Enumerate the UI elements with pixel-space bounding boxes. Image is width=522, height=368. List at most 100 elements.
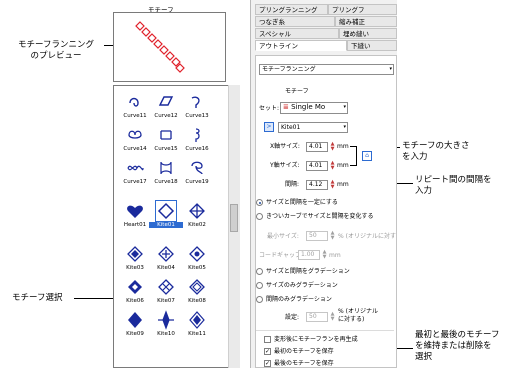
- motif-item-label: Kite10: [157, 331, 175, 337]
- motif-item-label: Curve13: [185, 113, 209, 119]
- motif-set-select[interactable]: ≣ Single Mo ▾: [280, 102, 348, 114]
- motif-item[interactable]: Curve15: [149, 125, 183, 159]
- y-size-input[interactable]: 4.01: [306, 161, 328, 171]
- curve-19-icon: [191, 161, 203, 175]
- motif-item[interactable]: Kite11: [180, 310, 214, 344]
- tab-pull-fill[interactable]: プリングフ: [328, 4, 397, 15]
- tab-special[interactable]: スペシャル: [255, 28, 339, 39]
- setting-spinner[interactable]: ▲ ▼: [329, 312, 336, 322]
- checkbox-regenerate-label: 変形後にモチーフランを再生成: [274, 336, 358, 343]
- motif-item[interactable]: Curve11: [118, 92, 152, 126]
- motif-preview-button[interactable]: >: [264, 122, 274, 132]
- curve-15-icon: [160, 130, 172, 140]
- motif-select[interactable]: Kite01 ▾: [278, 122, 348, 133]
- motif-item-label: Kite04: [157, 265, 175, 271]
- motif-item[interactable]: Kite07: [149, 277, 183, 311]
- motif-item[interactable]: Kite02: [180, 201, 214, 235]
- y-size-spinner[interactable]: ▲ ▼: [329, 161, 336, 171]
- callout-gap: リピート間の間隔を 入力: [415, 175, 492, 196]
- radio-vary-on-curves-label: きついカーブでサイズと間隔を変化する: [266, 213, 374, 220]
- motif-item-label: Kite11: [188, 331, 206, 337]
- divider: [256, 330, 394, 331]
- lock-aspect-icon[interactable]: ⌂: [362, 151, 372, 161]
- motif-section-title: モチーフ: [285, 88, 309, 95]
- curve-17-icon: [127, 165, 144, 171]
- x-size-input[interactable]: 4.01: [306, 142, 328, 152]
- tab-shrink[interactable]: 縮み補正: [335, 16, 397, 27]
- radio-vary-on-curves[interactable]: [256, 213, 263, 220]
- motif-item[interactable]: Curve13: [180, 92, 214, 126]
- callout-keep-first-last: 最初と最後のモチーフ を維持または削除を 選択: [415, 330, 500, 362]
- motif-item[interactable]: Curve16: [180, 125, 214, 159]
- kite-04-icon: [158, 246, 174, 262]
- motif-item[interactable]: Curve12: [149, 92, 183, 126]
- motif-item[interactable]: Curve18: [149, 158, 183, 192]
- cord-gap-input[interactable]: 1.00: [298, 250, 320, 260]
- min-size-input[interactable]: 50: [306, 231, 328, 241]
- radio-gradient-spacing-label: 間隔のみグラデーション: [266, 296, 332, 303]
- radio-constant-size[interactable]: [256, 199, 263, 206]
- motif-item-label: Kite03: [126, 265, 144, 271]
- stitch-type-select[interactable]: モチーフランニング ▾: [259, 64, 394, 75]
- chevron-down-icon: ▾: [343, 104, 346, 110]
- kite-10-icon: [158, 310, 174, 330]
- setting-label: 設定:: [285, 314, 300, 321]
- checkbox-regenerate[interactable]: [264, 336, 271, 343]
- motif-list-scroll-thumb[interactable]: [230, 204, 238, 232]
- kite-08-icon: [189, 279, 205, 295]
- chevron-down-icon: ▾: [343, 124, 346, 130]
- callout-motif-size: モチーフの大きさ を入力: [402, 141, 470, 162]
- motif-item[interactable]: Kite09: [118, 310, 152, 344]
- tab-fill[interactable]: 埋め縫い: [339, 28, 397, 39]
- motif-item-label: Curve15: [154, 146, 178, 152]
- min-size-label: 最小サイズ:: [267, 233, 299, 240]
- motif-item[interactable]: Kite03: [118, 244, 152, 278]
- motif-item[interactable]: Kite10: [149, 310, 183, 344]
- motif-item[interactable]: Kite04: [149, 244, 183, 278]
- motif-item[interactable]: Curve14: [118, 125, 152, 159]
- motif-item[interactable]: Kite05: [180, 244, 214, 278]
- motif-item-label: Curve18: [154, 179, 178, 185]
- radio-gradient-spacing[interactable]: [256, 296, 263, 303]
- cord-gap-label: コードギャップ:: [259, 252, 304, 259]
- tab-pull-running[interactable]: プリングランニング: [255, 4, 328, 15]
- setting-input[interactable]: 50: [306, 312, 328, 322]
- motif-item-label: Curve12: [154, 113, 178, 119]
- motif-item[interactable]: Kite06: [118, 277, 152, 311]
- heart-icon: [127, 205, 143, 218]
- tab-connector[interactable]: つなぎ糸: [255, 16, 335, 27]
- motif-item[interactable]: Kite08: [180, 277, 214, 311]
- motif-item-label: Kite02: [188, 222, 206, 228]
- curve-13-icon: [191, 96, 200, 108]
- spacing-spinner[interactable]: ▲ ▼: [329, 180, 336, 190]
- min-size-spinner[interactable]: ▲ ▼: [329, 231, 336, 241]
- motif-item[interactable]: Kite01: [149, 200, 183, 235]
- motif-item[interactable]: Curve19: [180, 158, 214, 192]
- motif-item-label: Kite08: [188, 298, 206, 304]
- motif-preview: [113, 12, 226, 82]
- motif-item-label: Kite05: [188, 265, 206, 271]
- x-size-label: X軸サイズ:: [270, 143, 300, 150]
- motif-item-label: Kite07: [157, 298, 175, 304]
- radio-constant-size-label: サイズと間隔を一定にする: [266, 199, 338, 206]
- setting-suffix: % (オリジナル に対する): [338, 308, 378, 323]
- tab-underlay[interactable]: 下縫い: [347, 40, 397, 51]
- curve-12-icon: [158, 96, 174, 106]
- motif-item[interactable]: Heart01: [118, 201, 152, 235]
- x-size-spinner[interactable]: ▲ ▼: [329, 142, 336, 152]
- radio-gradient-size-spacing[interactable]: [256, 268, 263, 275]
- motif-item-label: Curve14: [123, 146, 147, 152]
- kite-03-icon: [127, 246, 143, 262]
- motif-item-label: Curve16: [185, 146, 209, 152]
- radio-gradient-size[interactable]: [256, 282, 263, 289]
- size-link-bracket: [350, 146, 357, 166]
- callout-keep-line-h: [395, 348, 413, 349]
- motif-item[interactable]: Curve17: [118, 158, 152, 192]
- tab-outline[interactable]: アウトライン: [255, 40, 347, 51]
- cord-gap-spinner[interactable]: ▲ ▼: [321, 250, 328, 260]
- motif-item-label: Curve11: [123, 113, 147, 119]
- spacing-input[interactable]: 4.12: [306, 180, 328, 190]
- checkbox-keep-first[interactable]: ✓: [264, 348, 271, 355]
- checkbox-keep-last[interactable]: ✓: [264, 360, 271, 367]
- callout-motif-select-line: [74, 298, 116, 299]
